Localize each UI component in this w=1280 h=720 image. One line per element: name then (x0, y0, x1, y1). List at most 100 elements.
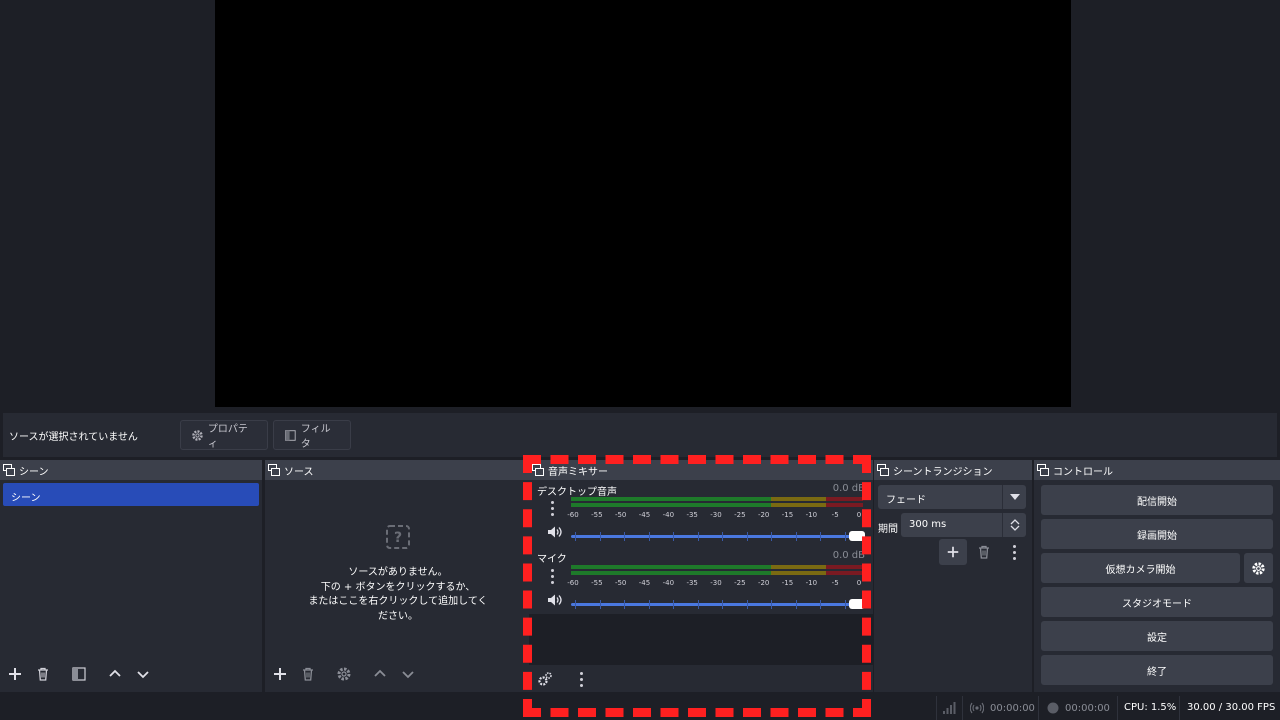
move-scene-up-button[interactable] (101, 660, 129, 688)
sources-dock: ソース ? ソースがありません。 下の + ボタンをクリックするか、 またはここ… (265, 460, 529, 692)
preview-area (3, 0, 1277, 409)
start-streaming-button[interactable]: 配信開始 (1041, 485, 1273, 515)
advanced-audio-settings-button[interactable] (531, 665, 559, 693)
gears-icon (538, 672, 552, 686)
scene-transitions-dock: シーントランジション フェード 期間 300 ms (874, 460, 1032, 692)
recording-status: 00:00:00 (1047, 702, 1110, 714)
exit-button[interactable]: 終了 (1041, 655, 1273, 685)
meter-tick-label: -5 (831, 579, 839, 587)
trash-icon (38, 667, 48, 681)
filters-button[interactable]: フィルタ (273, 420, 351, 450)
empty-line-4: ださい。 (378, 610, 418, 622)
plus-icon (274, 668, 286, 680)
dock-float-icon[interactable] (3, 464, 15, 476)
move-source-down-button[interactable] (394, 660, 422, 688)
meter-tick-label: 0 (856, 511, 862, 519)
meter-tick-label: -60 (567, 579, 579, 587)
meter-tick-label: -20 (757, 511, 770, 519)
volume-slider[interactable] (571, 531, 865, 541)
volume-meter (571, 565, 863, 575)
stream-timer: 00:00:00 (990, 702, 1035, 714)
duration-spinbox[interactable]: 300 ms (901, 513, 1026, 537)
dock-float-icon[interactable] (268, 464, 280, 476)
start-virtual-camera-button[interactable]: 仮想カメラ開始 (1041, 553, 1240, 583)
meter-tick-labels: -60 -55 -50 -45 -40 -35 -30 -25 -20 -15 -10 -5 0 (565, 579, 865, 589)
meter-tick-label: -25 (734, 579, 746, 587)
scene-filters-button[interactable] (65, 660, 93, 688)
add-source-button[interactable] (266, 660, 294, 688)
transition-menu-button[interactable] (1007, 543, 1021, 561)
volume-icon[interactable] (547, 593, 563, 607)
empty-line-1: ソースがありません。 (348, 567, 448, 578)
spin-arrows[interactable] (1002, 513, 1026, 537)
meter-tick-label: -20 (757, 579, 770, 587)
meter-tick-label: -55 (591, 511, 603, 519)
meter-tick-label: -10 (805, 579, 818, 587)
audio-mixer-title: 音声ミキサー (548, 466, 608, 478)
mixer-track-desktop-audio: デスクトップ音声 0.0 dB -60 -55 -50 -45 -40 -35 -30 -25… (529, 480, 873, 547)
status-separator (1038, 696, 1039, 720)
duration-value: 300 ms (909, 519, 947, 530)
add-scene-button[interactable] (1, 660, 29, 688)
meter-tick-label: -50 (614, 579, 627, 587)
empty-line-2: 下の + ボタンをクリックするか、 (320, 581, 476, 593)
obs-window: ソースが選択されていません プロパティ フィルタ シーン シーン ソース ? ソ… (0, 0, 1280, 720)
chevron-up-icon (109, 669, 121, 677)
fps-display: 30.00 / 30.00 FPS (1187, 702, 1276, 713)
transition-select[interactable]: フェード (878, 485, 1026, 509)
scene-list-item[interactable]: シーン (3, 483, 259, 506)
gear-icon (1252, 561, 1265, 575)
meter-tick-label: 0 (856, 579, 862, 587)
sources-dock-header: ソース (265, 460, 529, 480)
filter-icon (72, 667, 86, 681)
dock-float-icon[interactable] (877, 464, 889, 476)
transition-selected-value: フェード (886, 495, 926, 506)
add-transition-button[interactable] (939, 539, 967, 565)
settings-button[interactable]: 設定 (1041, 621, 1273, 651)
meter-tick-label: -15 (781, 511, 794, 519)
move-scene-down-button[interactable] (129, 660, 157, 688)
volume-slider-thumb[interactable] (849, 531, 865, 541)
plus-icon (947, 546, 959, 558)
meter-tick-label: -55 (591, 579, 603, 587)
mixer-menu-button[interactable] (574, 670, 588, 688)
track-db-value: 0.0 dB (832, 483, 865, 494)
trash-icon (303, 667, 313, 681)
dock-float-icon[interactable] (532, 464, 544, 476)
start-recording-button[interactable]: 録画開始 (1041, 519, 1273, 549)
track-db-value: 0.0 dB (832, 550, 865, 561)
remove-transition-button[interactable] (970, 538, 998, 566)
remove-source-button[interactable] (294, 660, 322, 688)
meter-tick-label: -45 (638, 579, 651, 587)
meter-tick-label: -40 (662, 579, 675, 587)
meter-tick-label: -45 (638, 511, 651, 519)
meter-tick-label: -30 (710, 511, 722, 519)
plus-icon (9, 668, 21, 680)
streaming-status: 00:00:00 (970, 702, 1035, 714)
volume-slider-thumb[interactable] (849, 599, 865, 609)
track-menu-button[interactable] (545, 567, 559, 585)
studio-mode-button[interactable]: スタジオモード (1041, 587, 1273, 617)
meter-tick-label: -25 (734, 511, 746, 519)
dock-float-icon[interactable] (1037, 464, 1049, 476)
scenes-toolbar (1, 660, 157, 688)
virtual-camera-settings-button[interactable] (1244, 553, 1273, 583)
chevron-down-icon (137, 671, 149, 679)
meter-tick-label: -15 (781, 579, 794, 587)
no-source-selected-text: ソースが選択されていません (9, 432, 138, 443)
meter-tick-label: -50 (614, 511, 627, 519)
source-properties-button[interactable] (330, 660, 358, 688)
volume-icon[interactable] (547, 525, 563, 539)
gear-icon (337, 667, 351, 681)
preview-canvas[interactable] (215, 0, 1071, 407)
status-bar: 00:00:00 00:00:00 CPU: 1.5% 30.00 / 30.0… (0, 696, 1280, 720)
track-menu-button[interactable] (545, 499, 559, 517)
move-source-up-button[interactable] (366, 660, 394, 688)
mixer-empty-area (529, 614, 873, 664)
properties-button[interactable]: プロパティ (180, 420, 268, 450)
remove-scene-button[interactable] (29, 660, 57, 688)
cpu-usage: CPU: 1.5% (1124, 702, 1177, 713)
signal-bars-icon (943, 702, 956, 714)
sources-empty-message[interactable]: ソースがありません。 下の + ボタンをクリックするか、 またはここを右クリック… (303, 566, 493, 624)
volume-slider[interactable] (571, 599, 865, 609)
